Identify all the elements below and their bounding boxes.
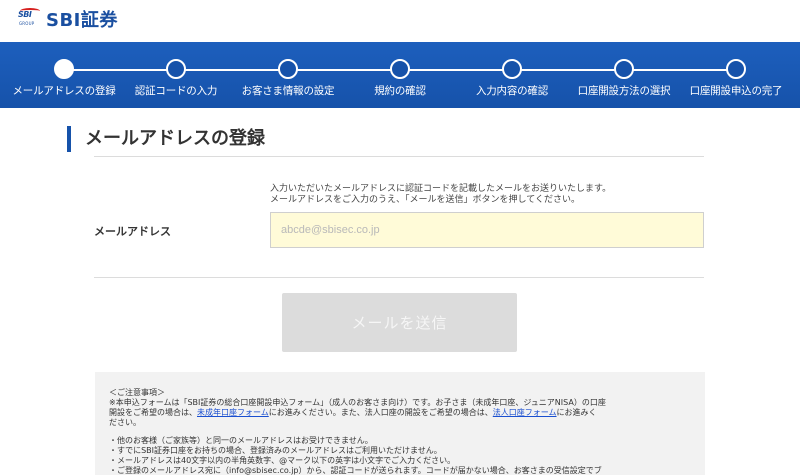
header: SBI GROUP SBI証券: [0, 0, 800, 42]
notes-bullet: ・メールアドレスは40文字以内の半角英数字、@マーク以下の英字は小文字でご入力く…: [109, 456, 456, 465]
logo-group-text: GROUP: [19, 21, 35, 26]
send-email-button[interactable]: メールを送信: [282, 293, 517, 352]
step-label: 口座開設申込の完了: [689, 85, 783, 97]
notes-text: ※本申込フォームは「SBI証券の総合口座開設申込フォーム」（成人のお客さま向け）…: [109, 398, 606, 407]
page-title: メールアドレスの登録: [67, 126, 265, 152]
notes-paragraph: ※本申込フォームは「SBI証券の総合口座開設申込フォーム」（成人のお客さま向け）…: [109, 398, 699, 428]
step-label: 口座開設方法の選択: [577, 85, 671, 97]
notes-text: 開設をご希望の場合は、: [109, 408, 197, 417]
sbi-logo[interactable]: SBI GROUP SBI証券: [18, 6, 118, 32]
notes-bullet: ・すでにSBI証券口座をお持ちの場合、登録済みのメールアドレスはご利用いただけま…: [109, 446, 442, 455]
step-label: 認証コードの入力: [134, 85, 218, 97]
notes-text: ださい。: [109, 418, 141, 427]
step-label: お客さま情報の設定: [241, 85, 335, 97]
step-confirm-input: 入力内容の確認: [456, 59, 568, 98]
step-circle-icon: [502, 59, 522, 79]
notes-heading: ＜ご注意事項＞: [109, 388, 165, 397]
notes-box: ＜ご注意事項＞ ※本申込フォームは「SBI証券の総合口座開設申込フォーム」（成人…: [95, 372, 705, 475]
notes-bullet: ・ご登録のメールアドレス宛に（info@sbisec.co.jp）から、認証コー…: [109, 466, 602, 475]
step-circle-icon: [726, 59, 746, 79]
step-auth-code: 認証コードの入力: [120, 59, 232, 98]
notes-content: ＜ご注意事項＞ ※本申込フォームは「SBI証券の総合口座開設申込フォーム」（成人…: [109, 388, 699, 475]
minor-account-form-link[interactable]: 未成年口座フォーム: [197, 408, 269, 417]
instruction-line: メールアドレスをご入力のうえ、「メールを送信」ボタンを押してください。: [270, 195, 580, 205]
step-complete: 口座開設申込の完了: [680, 59, 792, 98]
step-label: 入力内容の確認: [475, 85, 549, 97]
step-current-circle-icon: [54, 59, 74, 79]
corporate-account-form-link[interactable]: 法人口座フォーム: [493, 408, 557, 417]
step-circle-icon: [614, 59, 634, 79]
notes-text: にお進みください。また、法人口座の開設をご希望の場合は、: [268, 408, 493, 417]
step-circle-icon: [166, 59, 186, 79]
sbi-logo-mark: SBI GROUP: [18, 8, 42, 30]
step-label: 規約の確認: [374, 85, 426, 97]
step-circle-icon: [278, 59, 298, 79]
divider: [94, 277, 704, 278]
step-terms: 規約の確認: [344, 59, 456, 98]
step-label: メールアドレスの登録: [12, 85, 116, 97]
step-customer-info: お客さま情報の設定: [232, 59, 344, 98]
progress-stepper: メールアドレスの登録 認証コードの入力 お客さま情報の設定 規約の確認 入力内容…: [0, 42, 800, 108]
email-field[interactable]: [270, 212, 704, 248]
instruction-line: 入力いただいたメールアドレスに認証コードを記載したメールをお送りいたします。: [270, 184, 612, 194]
logo-brand-name: SBI証券: [46, 10, 118, 31]
divider: [94, 156, 704, 157]
step-opening-method: 口座開設方法の選択: [568, 59, 680, 98]
step-email-registration: メールアドレスの登録: [8, 59, 120, 98]
instruction-text: 入力いただいたメールアドレスに認証コードを記載したメールをお送りいたします。 メ…: [270, 184, 700, 206]
step-circle-icon: [390, 59, 410, 79]
email-label: メールアドレス: [94, 225, 171, 238]
notes-text: にお進みく: [556, 408, 597, 417]
logo-small-text: SBI: [18, 10, 32, 19]
notes-bullet: ・他のお客様（ご家族等）と同一のメールアドレスはお受けできません。: [109, 436, 373, 445]
